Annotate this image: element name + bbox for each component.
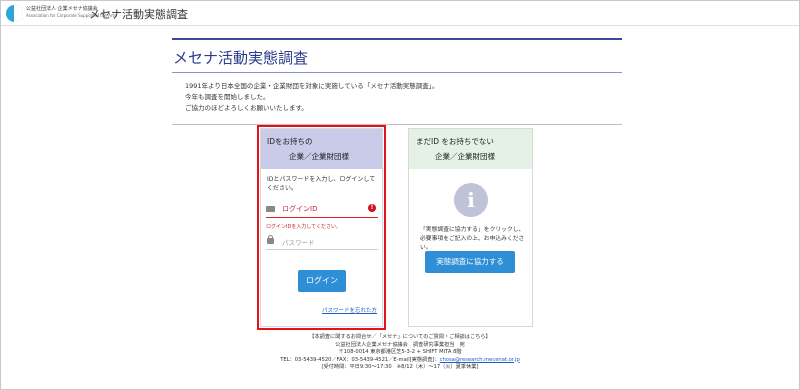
footer-hours: [受付時間：平日9:30～17:30 ※8/12（木）～17（火）夏季休業] [321,364,479,370]
info-icon: i [454,183,488,217]
new-heading-line1: まだID をお持ちでない [416,137,494,146]
header-title: メセナ活動実態調査 [89,8,188,21]
title-rule-top [172,38,622,40]
title-rule-bottom [172,72,622,73]
section-divider [172,124,622,125]
new-heading-line2: 企業／企業財団様 [435,152,495,161]
footer-heading: 【本調査に関するお問合せ／「メセナ」についてのご質問・ご相談はこちら】 [309,334,491,340]
email-link[interactable]: chosa@research.mecenat.or.jp [440,357,520,363]
footer-address: 〒108-0014 東京都港区芝5-3-2 + SHIFT MITA 8階 [338,349,462,355]
intro-text: 1991年より日本全国の企業・企業財団を対象に実施している「メセナ活動実態調査」… [185,81,438,114]
footer-contact: TEL：03-5439-4520／FAX：03-5439-4521／E-mail… [210,357,590,365]
intro-line: 1991年より日本全国の企業・企業財団を対象に実施している「メセナ活動実態調査」… [185,82,439,90]
new-card-description: 「実態調査に協力する」をクリックし、必要事項をご記入の上、お申込みください。 [420,227,525,251]
footer-org: 公益社団法人企業メセナ協議会 調査研究事業担当 宛 [335,341,465,348]
site-header: 公益社団法人 企業メセナ協議会 Association for Corporat… [1,1,799,26]
cooperate-button[interactable]: 実態調査に協力する [425,251,515,273]
page-title: メセナ活動実態調査 [173,49,309,67]
browser-frame [0,0,800,390]
contact-footer: 【本調査に関するお問合せ／「メセナ」についてのご質問・ご相談はこちら】 公益社団… [210,334,590,372]
new-registration-card: まだID をお持ちでない 企業／企業財団様 i 「実態調査に協力する」をクリック… [408,128,533,327]
org-name-jp: 公益社団法人 企業メセナ協議会 [26,6,98,12]
new-card-header: まだID をお持ちでない 企業／企業財団様 [409,129,532,169]
login-card-highlight [257,125,386,330]
intro-line: 今年も調査を開始しました。 [185,93,270,101]
footer-phone-fax: TEL：03-5439-4520／FAX：03-5439-4521／E-mail… [280,356,440,363]
intro-line: ご協力のほどよろしくお願いいたします。 [185,104,308,112]
logo-mark-cutout [14,5,23,22]
